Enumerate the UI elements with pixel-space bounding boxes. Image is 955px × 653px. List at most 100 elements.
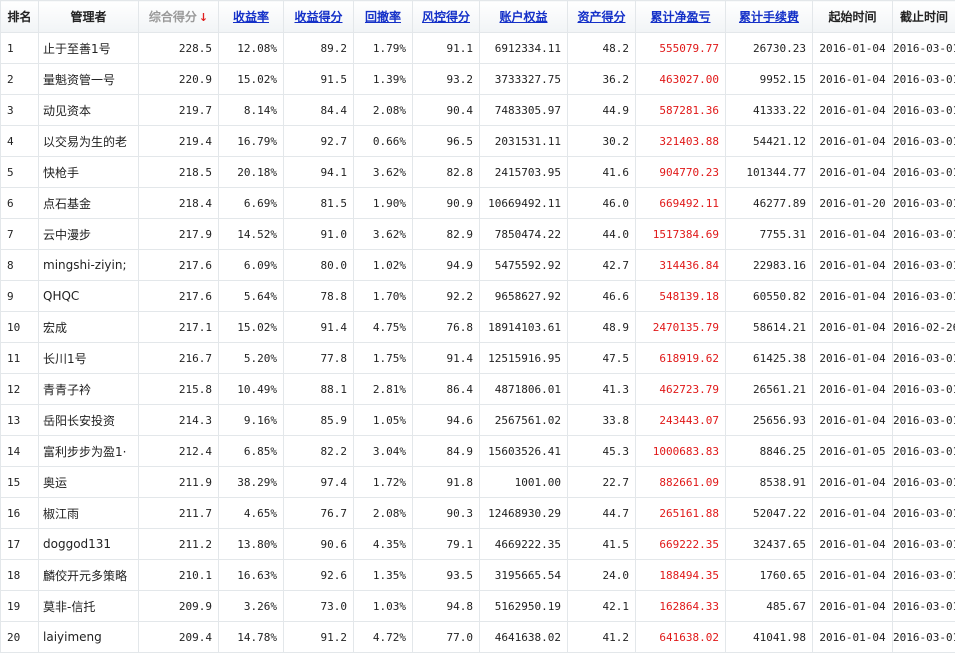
cell-rank: 5 bbox=[0, 156, 39, 188]
cell-asset-score: 47.5 bbox=[567, 342, 636, 374]
col-total-score[interactable]: 综合得分 ↓ bbox=[138, 0, 219, 33]
cell-rank: 10 bbox=[0, 311, 39, 343]
cell-end: 2016-03-01 bbox=[892, 156, 955, 188]
cell-risk-score: 90.9 bbox=[412, 187, 480, 219]
cell-net-pnl: 243443.07 bbox=[635, 404, 726, 436]
cell-equity: 2415703.95 bbox=[479, 156, 568, 188]
col-drawdown[interactable]: 回撤率 bbox=[353, 0, 413, 33]
cell-total-score: 220.9 bbox=[138, 63, 219, 95]
cell-drawdown: 3.62% bbox=[353, 218, 413, 250]
cell-manager: 点石基金 bbox=[38, 187, 139, 219]
cell-end: 2016-03-01 bbox=[892, 590, 955, 622]
cell-return-rate: 16.63% bbox=[218, 559, 284, 591]
cell-net-pnl: 669492.11 bbox=[635, 187, 726, 219]
cell-manager: 止于至善1号 bbox=[38, 32, 139, 64]
table-row: 13 岳阳长安投资 214.3 9.16% 85.9 1.05% 94.6 2567561.0… bbox=[0, 404, 955, 436]
cell-rank: 9 bbox=[0, 280, 39, 312]
cell-risk-score: 93.5 bbox=[412, 559, 480, 591]
cell-equity: 10669492.11 bbox=[479, 187, 568, 219]
cell-manager: 青青子衿 bbox=[38, 373, 139, 405]
cell-return-rate: 15.02% bbox=[218, 311, 284, 343]
cell-start: 2016-01-04 bbox=[812, 404, 893, 436]
cell-rank: 7 bbox=[0, 218, 39, 250]
cell-rank: 11 bbox=[0, 342, 39, 374]
cell-start: 2016-01-04 bbox=[812, 218, 893, 250]
cell-asset-score: 44.9 bbox=[567, 94, 636, 126]
cell-asset-score: 44.0 bbox=[567, 218, 636, 250]
cell-equity: 7483305.97 bbox=[479, 94, 568, 126]
cell-risk-score: 82.9 bbox=[412, 218, 480, 250]
cell-net-pnl: 669222.35 bbox=[635, 528, 726, 560]
cell-fees: 101344.77 bbox=[725, 156, 813, 188]
cell-return-rate: 3.26% bbox=[218, 590, 284, 622]
cell-start: 2016-01-05 bbox=[812, 435, 893, 467]
cell-end: 2016-03-01 bbox=[892, 187, 955, 219]
cell-end: 2016-03-01 bbox=[892, 249, 955, 281]
cell-return-rate: 13.80% bbox=[218, 528, 284, 560]
cell-risk-score: 79.1 bbox=[412, 528, 480, 560]
col-net-pnl[interactable]: 累计净盈亏 bbox=[635, 0, 726, 33]
cell-return-score: 84.4 bbox=[283, 94, 354, 126]
cell-drawdown: 1.79% bbox=[353, 32, 413, 64]
cell-net-pnl: 641638.02 bbox=[635, 621, 726, 653]
table-row: 3 动见资本 219.7 8.14% 84.4 2.08% 90.4 7483305.97 44… bbox=[0, 94, 955, 126]
col-return-score[interactable]: 收益得分 bbox=[283, 0, 354, 33]
cell-asset-score: 42.1 bbox=[567, 590, 636, 622]
cell-return-rate: 14.78% bbox=[218, 621, 284, 653]
col-fees[interactable]: 累计手续费 bbox=[725, 0, 813, 33]
cell-equity: 2567561.02 bbox=[479, 404, 568, 436]
cell-return-score: 76.7 bbox=[283, 497, 354, 529]
cell-return-score: 78.8 bbox=[283, 280, 354, 312]
cell-fees: 25656.93 bbox=[725, 404, 813, 436]
cell-fees: 41041.98 bbox=[725, 621, 813, 653]
col-equity[interactable]: 账户权益 bbox=[479, 0, 568, 33]
col-manager: 管理者 bbox=[38, 0, 139, 33]
cell-return-rate: 15.02% bbox=[218, 63, 284, 95]
cell-return-score: 90.6 bbox=[283, 528, 354, 560]
col-total-score-label[interactable]: 综合得分 bbox=[149, 10, 197, 24]
cell-risk-score: 90.4 bbox=[412, 94, 480, 126]
cell-manager: QHQC bbox=[38, 280, 139, 312]
cell-manager: 动见资本 bbox=[38, 94, 139, 126]
cell-drawdown: 4.35% bbox=[353, 528, 413, 560]
cell-equity: 4669222.35 bbox=[479, 528, 568, 560]
cell-net-pnl: 314436.84 bbox=[635, 249, 726, 281]
cell-net-pnl: 188494.35 bbox=[635, 559, 726, 591]
cell-start: 2016-01-20 bbox=[812, 187, 893, 219]
cell-start: 2016-01-04 bbox=[812, 497, 893, 529]
cell-fees: 9952.15 bbox=[725, 63, 813, 95]
cell-asset-score: 46.6 bbox=[567, 280, 636, 312]
cell-rank: 12 bbox=[0, 373, 39, 405]
cell-total-score: 218.5 bbox=[138, 156, 219, 188]
cell-drawdown: 4.75% bbox=[353, 311, 413, 343]
cell-risk-score: 93.2 bbox=[412, 63, 480, 95]
cell-end: 2016-03-01 bbox=[892, 404, 955, 436]
col-return-rate[interactable]: 收益率 bbox=[218, 0, 284, 33]
cell-end: 2016-03-01 bbox=[892, 125, 955, 157]
cell-rank: 20 bbox=[0, 621, 39, 653]
cell-fees: 8538.91 bbox=[725, 466, 813, 498]
cell-risk-score: 92.2 bbox=[412, 280, 480, 312]
cell-start: 2016-01-04 bbox=[812, 342, 893, 374]
cell-manager: 量魁资管一号 bbox=[38, 63, 139, 95]
cell-risk-score: 82.8 bbox=[412, 156, 480, 188]
cell-fees: 60550.82 bbox=[725, 280, 813, 312]
cell-net-pnl: 162864.33 bbox=[635, 590, 726, 622]
cell-start: 2016-01-04 bbox=[812, 559, 893, 591]
cell-return-score: 77.8 bbox=[283, 342, 354, 374]
cell-manager: mingshi-ziyin; bbox=[38, 249, 139, 281]
cell-manager: 长川1号 bbox=[38, 342, 139, 374]
cell-asset-score: 48.9 bbox=[567, 311, 636, 343]
col-asset-score[interactable]: 资产得分 bbox=[567, 0, 636, 33]
cell-return-rate: 12.08% bbox=[218, 32, 284, 64]
cell-risk-score: 76.8 bbox=[412, 311, 480, 343]
cell-manager: 以交易为生的老 bbox=[38, 125, 139, 157]
cell-risk-score: 91.1 bbox=[412, 32, 480, 64]
cell-start: 2016-01-04 bbox=[812, 125, 893, 157]
cell-asset-score: 33.8 bbox=[567, 404, 636, 436]
cell-equity: 2031531.11 bbox=[479, 125, 568, 157]
cell-net-pnl: 548139.18 bbox=[635, 280, 726, 312]
cell-drawdown: 1.35% bbox=[353, 559, 413, 591]
col-risk-score[interactable]: 风控得分 bbox=[412, 0, 480, 33]
cell-rank: 16 bbox=[0, 497, 39, 529]
